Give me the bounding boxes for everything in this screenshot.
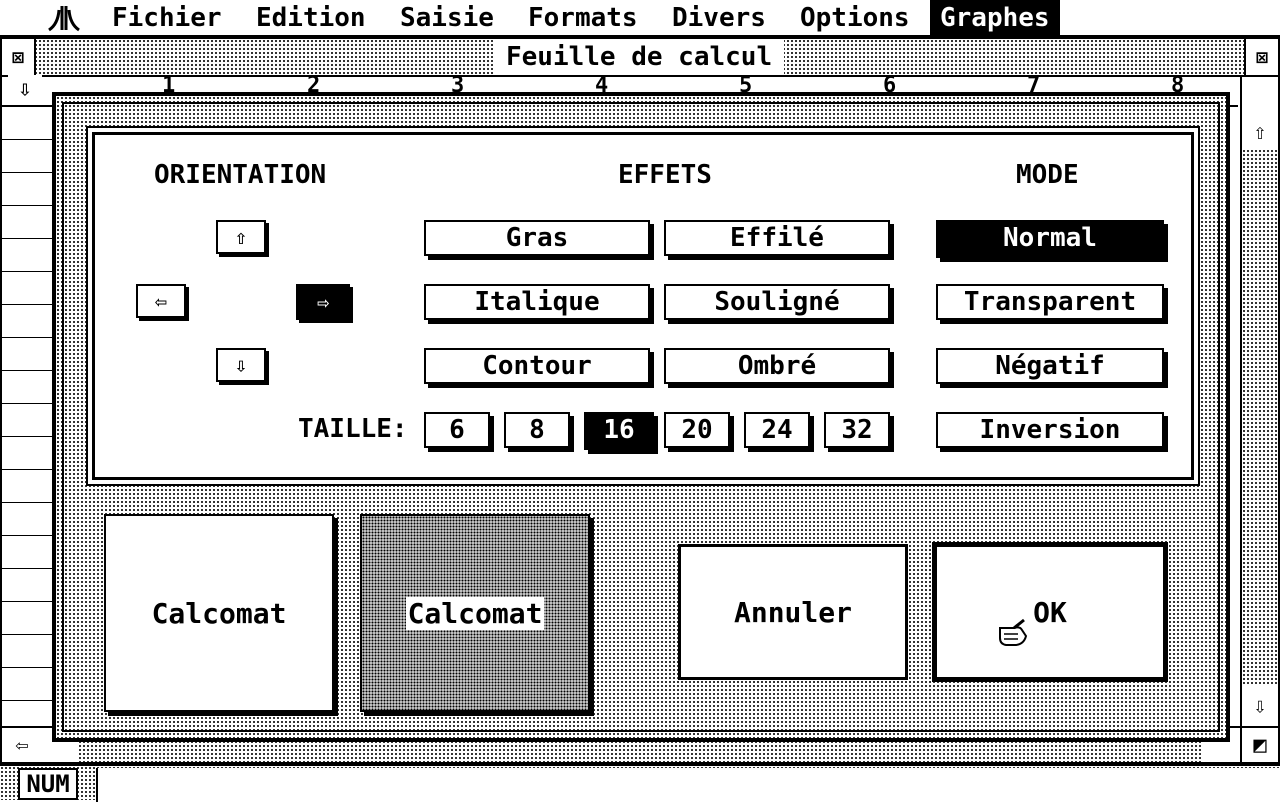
menu-edition[interactable]: Edition (246, 0, 376, 36)
size-box-icon[interactable]: ◩ (1240, 728, 1278, 762)
arrow-left-icon: ⇦ (154, 289, 168, 313)
vertical-scrollbar[interactable]: ⇧ ⇩ (1240, 77, 1278, 727)
atari-fuji-icon[interactable] (46, 4, 82, 32)
menu-options[interactable]: Options (790, 0, 920, 36)
preview-normal: Calcomat (104, 514, 334, 712)
close-box-icon[interactable]: ⊠ (2, 39, 36, 75)
mode-heading: MODE (1016, 160, 1079, 190)
taille-16-button[interactable]: 16 (584, 412, 654, 450)
orientation-heading: ORIENTATION (154, 160, 327, 190)
scroll-down-small-icon[interactable]: ⇩ (8, 75, 42, 103)
orientation-right-button[interactable]: ⇨ (296, 284, 350, 320)
orientation-down-button[interactable]: ⇩ (216, 348, 266, 382)
effet-italique-button[interactable]: Italique (424, 284, 650, 320)
effet-souligne-button[interactable]: Souligné (664, 284, 890, 320)
arrow-right-icon: ⇨ (316, 290, 330, 314)
mode-inversion-button[interactable]: Inversion (936, 412, 1164, 448)
mode-transparent-button[interactable]: Transparent (936, 284, 1164, 320)
effet-contour-button[interactable]: Contour (424, 348, 650, 384)
taille-6-button[interactable]: 6 (424, 412, 490, 448)
menu-bar: Fichier Edition Saisie Formats Divers Op… (0, 0, 1280, 37)
effet-ombre-button[interactable]: Ombré (664, 348, 890, 384)
taille-24-button[interactable]: 24 (744, 412, 810, 448)
menu-formats[interactable]: Formats (518, 0, 648, 36)
vertical-scroll-track[interactable] (1242, 149, 1278, 685)
arrow-up-icon: ⇧ (234, 225, 248, 249)
num-lock-indicator: NUM (18, 768, 78, 800)
taille-8-button[interactable]: 8 (504, 412, 570, 448)
ok-label: OK (1033, 595, 1067, 629)
cancel-button[interactable]: Annuler (678, 544, 908, 680)
row-lines (2, 107, 52, 727)
orientation-left-button[interactable]: ⇦ (136, 284, 186, 318)
preview-text: Calcomat (151, 596, 287, 630)
options-panel: ORIENTATION EFFETS MODE ⇧ ⇦ ⇨ ⇩ Gras Eff… (86, 126, 1200, 486)
scroll-up-icon[interactable]: ⇧ (1242, 115, 1278, 149)
status-bar: NUM (0, 764, 1280, 802)
effets-heading: EFFETS (618, 160, 712, 190)
ok-button[interactable]: OK (932, 542, 1168, 682)
formula-input[interactable] (96, 768, 1280, 802)
orientation-up-button[interactable]: ⇧ (216, 220, 266, 254)
taille-32-button[interactable]: 32 (824, 412, 890, 448)
menu-divers[interactable]: Divers (662, 0, 776, 36)
scroll-left-icon[interactable]: ⇦ (4, 728, 40, 762)
preview-text-styled: Calcomat (405, 596, 545, 630)
menu-fichier[interactable]: Fichier (102, 0, 232, 36)
mode-normal-button[interactable]: Normal (936, 220, 1164, 258)
preview-styled: Calcomat (360, 514, 590, 712)
title-bar[interactable]: ⊠ Feuille de calcul ⊠ (2, 39, 1278, 77)
menu-graphes[interactable]: Graphes (930, 0, 1060, 36)
menu-saisie[interactable]: Saisie (390, 0, 504, 36)
arrow-down-icon: ⇩ (234, 353, 248, 377)
fuller-box-icon[interactable]: ⊠ (1244, 39, 1278, 75)
taille-label: TAILLE: (298, 414, 408, 444)
pointing-hand-cursor-icon (999, 618, 1028, 646)
taille-20-button[interactable]: 20 (664, 412, 730, 448)
text-style-dialog: ORIENTATION EFFETS MODE ⇧ ⇦ ⇨ ⇩ Gras Eff… (52, 92, 1230, 742)
mode-negatif-button[interactable]: Négatif (936, 348, 1164, 384)
effet-effile-button[interactable]: Effilé (664, 220, 890, 256)
effet-gras-button[interactable]: Gras (424, 220, 650, 256)
window-title: Feuille de calcul (494, 39, 785, 75)
scroll-down-icon[interactable]: ⇩ (1242, 689, 1278, 723)
